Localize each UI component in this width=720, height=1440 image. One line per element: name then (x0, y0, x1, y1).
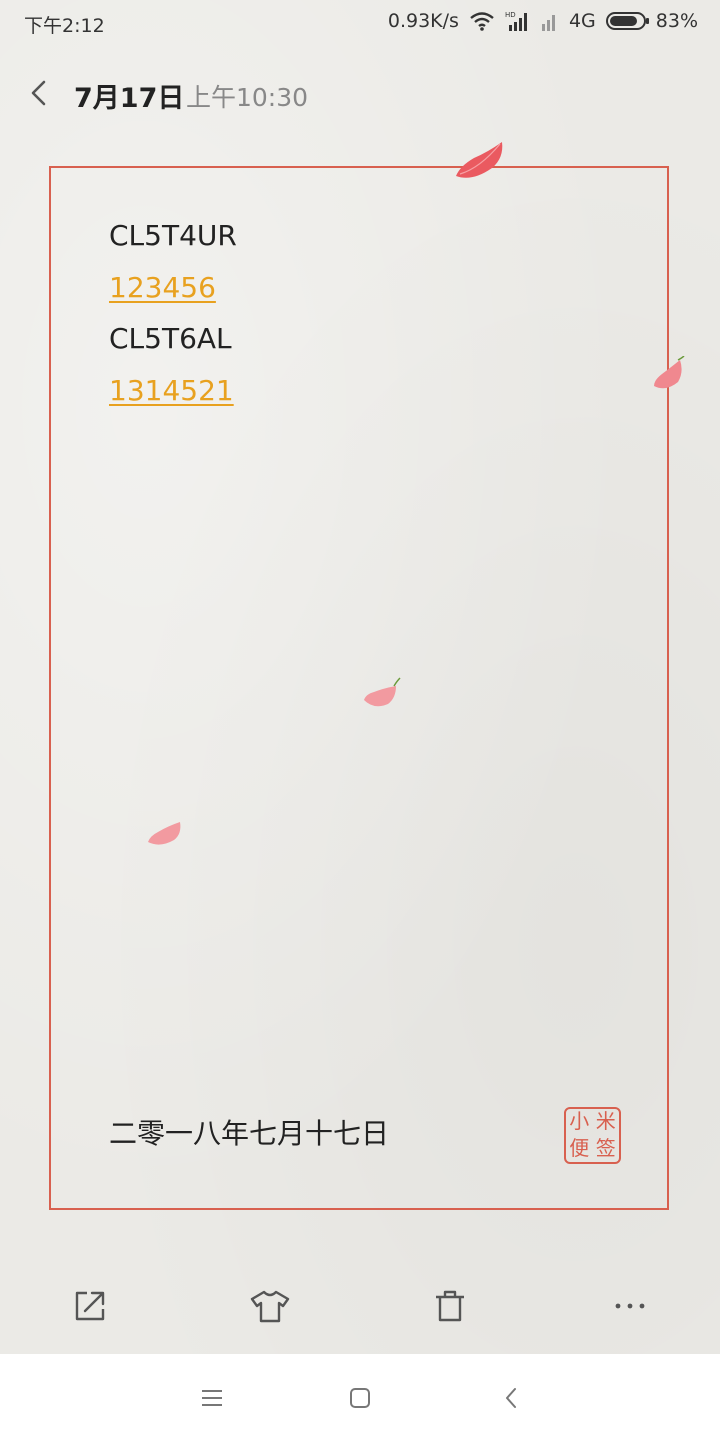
svg-text:HD: HD (505, 11, 516, 19)
petal-decoration-icon (654, 356, 685, 389)
note-header: 7月17日 上午10:30 (0, 64, 720, 124)
note-number-link[interactable]: 1314521 (109, 365, 237, 417)
more-icon (615, 1303, 645, 1309)
seal-char: 米 (595, 1109, 616, 1133)
battery-percent: 83% (655, 10, 698, 32)
delete-button[interactable] (426, 1282, 474, 1330)
petal-decoration-icon (364, 677, 401, 707)
network-type: 4G (568, 10, 596, 32)
note-line: CL5T6AL (109, 322, 232, 355)
seal-stamp: 小 米 便 签 (564, 1107, 621, 1164)
hd-signal-icon: HD (505, 10, 531, 32)
share-button[interactable] (66, 1282, 114, 1330)
wifi-icon (469, 11, 495, 31)
seal-char: 小 (569, 1109, 590, 1133)
shirt-icon (250, 1290, 290, 1323)
system-nav-bar (0, 1354, 720, 1440)
theme-button[interactable] (246, 1282, 294, 1330)
network-speed: 0.93K/s (387, 10, 459, 32)
status-bar: 下午2:12 0.93K/s HD 4G 83% (0, 0, 720, 44)
trash-icon (436, 1290, 464, 1322)
status-time: 下午2:12 (24, 15, 105, 37)
chevron-left-icon (31, 80, 46, 106)
note-signature-date: 二零一八年七月十七日 (109, 1117, 390, 1150)
note-time: 上午10:30 (186, 83, 309, 112)
nav-back-button[interactable] (494, 1380, 530, 1416)
share-icon (75, 1291, 105, 1321)
menu-icon (202, 1390, 222, 1406)
nav-home-button[interactable] (342, 1380, 378, 1416)
petal-decoration-icon (148, 822, 181, 845)
square-icon (350, 1388, 370, 1408)
note-date: 7月17日 (74, 83, 185, 114)
note-number-link[interactable]: 123456 (109, 262, 237, 314)
battery-icon (605, 12, 649, 30)
note-line: CL5T4UR (109, 219, 237, 252)
seal-char: 便 (569, 1135, 590, 1160)
battery-indicator: 83% (605, 10, 698, 32)
signal-icon (541, 10, 559, 32)
nav-menu-button[interactable] (194, 1380, 230, 1416)
back-icon (506, 1388, 516, 1408)
petal-decoration-icon (456, 142, 503, 178)
note-action-bar (0, 1282, 720, 1334)
more-button[interactable] (606, 1282, 654, 1330)
back-button[interactable] (22, 76, 56, 110)
seal-char: 签 (595, 1135, 616, 1160)
note-content[interactable]: CL5T4UR 123456 CL5T6AL 1314521 (109, 210, 237, 416)
status-right: 0.93K/s HD 4G 83% (388, 10, 698, 32)
